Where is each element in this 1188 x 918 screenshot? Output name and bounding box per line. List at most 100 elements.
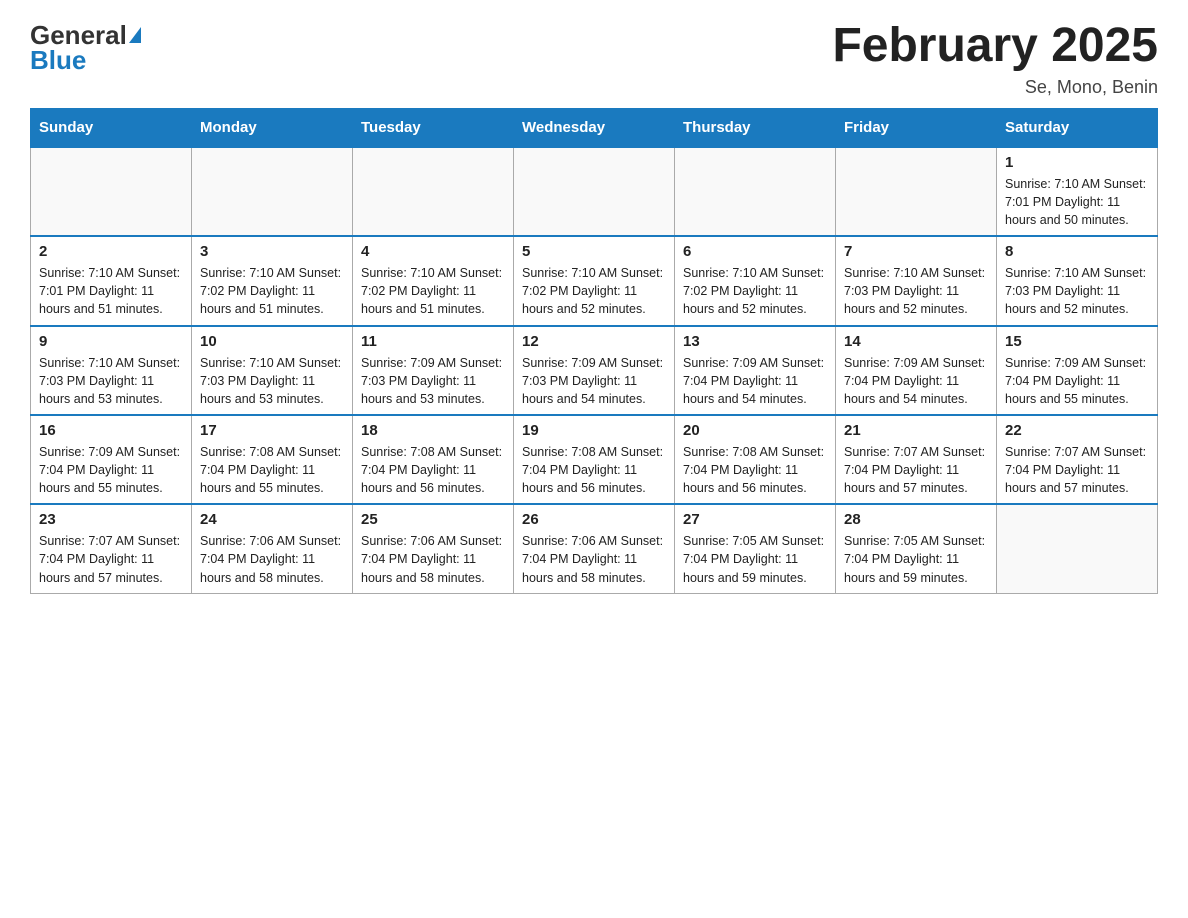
weekday-header-wednesday: Wednesday bbox=[514, 108, 675, 147]
day-number: 7 bbox=[844, 243, 988, 260]
day-number: 4 bbox=[361, 243, 505, 260]
calendar-cell: 4 Sunrise: 7:10 AM Sunset: 7:02 PM Daylig… bbox=[353, 236, 514, 325]
day-number: 3 bbox=[200, 243, 344, 260]
calendar-cell: 1 Sunrise: 7:10 AM Sunset: 7:01 PM Daylig… bbox=[997, 147, 1158, 236]
day-info: Sunrise: 7:07 AM Sunset: 7:04 PM Dayligh… bbox=[1005, 443, 1149, 497]
calendar-cell: 24Sunrise: 7:06 AM Sunset: 7:04 PM Dayli… bbox=[192, 504, 353, 593]
day-number: 11 bbox=[361, 333, 505, 350]
calendar-cell: 6 Sunrise: 7:10 AM Sunset: 7:02 PM Daylig… bbox=[675, 236, 836, 325]
logo-blue-text: Blue bbox=[30, 45, 86, 76]
day-number: 20 bbox=[683, 422, 827, 439]
calendar-cell: 23 Sunrise: 7:07 AM Sunset: 7:04 PM Dayli… bbox=[31, 504, 192, 593]
calendar-cell: 8 Sunrise: 7:10 AM Sunset: 7:03 PM Daylig… bbox=[997, 236, 1158, 325]
calendar-cell bbox=[192, 147, 353, 236]
calendar-cell: 7 Sunrise: 7:10 AM Sunset: 7:03 PM Daylig… bbox=[836, 236, 997, 325]
day-info: Sunrise: 7:05 AM Sunset: 7:04 PM Dayligh… bbox=[683, 532, 827, 586]
week-row-1: 2Sunrise: 7:10 AM Sunset: 7:01 PM Daylig… bbox=[31, 236, 1158, 325]
month-title: February 2025 bbox=[832, 20, 1158, 73]
day-info: Sunrise: 7:05 AM Sunset: 7:04 PM Dayligh… bbox=[844, 532, 988, 586]
day-number: 6 bbox=[683, 243, 827, 260]
day-number: 22 bbox=[1005, 422, 1149, 439]
calendar-cell: 12 Sunrise: 7:09 AM Sunset: 7:03 PM Dayli… bbox=[514, 326, 675, 415]
day-info: Sunrise: 7:09 AM Sunset: 7:03 PM Dayligh… bbox=[522, 354, 666, 408]
day-info: Sunrise: 7:10 AM Sunset: 7:01 PM Dayligh… bbox=[1005, 175, 1149, 229]
day-info: Sunrise: 7:10 AM Sunset: 7:03 PM Dayligh… bbox=[39, 354, 183, 408]
day-number: 13 bbox=[683, 333, 827, 350]
calendar-cell: 22 Sunrise: 7:07 AM Sunset: 7:04 PM Dayli… bbox=[997, 415, 1158, 504]
day-number: 21 bbox=[844, 422, 988, 439]
logo-triangle-icon bbox=[129, 27, 141, 43]
day-number: 28 bbox=[844, 511, 988, 528]
day-number: 14 bbox=[844, 333, 988, 350]
day-info: Sunrise: 7:10 AM Sunset: 7:02 PM Dayligh… bbox=[683, 264, 827, 318]
calendar-cell: 2Sunrise: 7:10 AM Sunset: 7:01 PM Daylig… bbox=[31, 236, 192, 325]
day-info: Sunrise: 7:10 AM Sunset: 7:02 PM Dayligh… bbox=[200, 264, 344, 318]
calendar-cell: 13Sunrise: 7:09 AM Sunset: 7:04 PM Dayli… bbox=[675, 326, 836, 415]
day-info: Sunrise: 7:10 AM Sunset: 7:02 PM Dayligh… bbox=[522, 264, 666, 318]
weekday-header-friday: Friday bbox=[836, 108, 997, 147]
calendar-table: SundayMondayTuesdayWednesdayThursdayFrid… bbox=[30, 108, 1158, 594]
calendar-cell: 20 Sunrise: 7:08 AM Sunset: 7:04 PM Dayli… bbox=[675, 415, 836, 504]
day-number: 23 bbox=[39, 511, 183, 528]
calendar-cell: 18 Sunrise: 7:08 AM Sunset: 7:04 PM Dayli… bbox=[353, 415, 514, 504]
calendar-cell: 9 Sunrise: 7:10 AM Sunset: 7:03 PM Daylig… bbox=[31, 326, 192, 415]
day-info: Sunrise: 7:10 AM Sunset: 7:03 PM Dayligh… bbox=[1005, 264, 1149, 318]
day-info: Sunrise: 7:09 AM Sunset: 7:03 PM Dayligh… bbox=[361, 354, 505, 408]
calendar-cell: 11 Sunrise: 7:09 AM Sunset: 7:03 PM Dayli… bbox=[353, 326, 514, 415]
day-number: 26 bbox=[522, 511, 666, 528]
day-number: 27 bbox=[683, 511, 827, 528]
week-row-0: 1 Sunrise: 7:10 AM Sunset: 7:01 PM Daylig… bbox=[31, 147, 1158, 236]
calendar-cell: 10 Sunrise: 7:10 AM Sunset: 7:03 PM Dayli… bbox=[192, 326, 353, 415]
day-number: 17 bbox=[200, 422, 344, 439]
calendar-cell: 28 Sunrise: 7:05 AM Sunset: 7:04 PM Dayli… bbox=[836, 504, 997, 593]
day-info: Sunrise: 7:09 AM Sunset: 7:04 PM Dayligh… bbox=[1005, 354, 1149, 408]
day-info: Sunrise: 7:07 AM Sunset: 7:04 PM Dayligh… bbox=[844, 443, 988, 497]
day-number: 12 bbox=[522, 333, 666, 350]
day-info: Sunrise: 7:10 AM Sunset: 7:03 PM Dayligh… bbox=[200, 354, 344, 408]
day-number: 10 bbox=[200, 333, 344, 350]
calendar-cell: 14Sunrise: 7:09 AM Sunset: 7:04 PM Dayli… bbox=[836, 326, 997, 415]
day-number: 1 bbox=[1005, 154, 1149, 171]
calendar-cell bbox=[675, 147, 836, 236]
calendar-cell: 19 Sunrise: 7:08 AM Sunset: 7:04 PM Dayli… bbox=[514, 415, 675, 504]
calendar-cell: 3 Sunrise: 7:10 AM Sunset: 7:02 PM Daylig… bbox=[192, 236, 353, 325]
week-row-3: 16Sunrise: 7:09 AM Sunset: 7:04 PM Dayli… bbox=[31, 415, 1158, 504]
calendar-cell: 21 Sunrise: 7:07 AM Sunset: 7:04 PM Dayli… bbox=[836, 415, 997, 504]
week-row-4: 23 Sunrise: 7:07 AM Sunset: 7:04 PM Dayli… bbox=[31, 504, 1158, 593]
calendar-cell: 25 Sunrise: 7:06 AM Sunset: 7:04 PM Dayli… bbox=[353, 504, 514, 593]
calendar-cell: 27 Sunrise: 7:05 AM Sunset: 7:04 PM Dayli… bbox=[675, 504, 836, 593]
title-section: February 2025 Se, Mono, Benin bbox=[832, 20, 1158, 98]
weekday-header-row: SundayMondayTuesdayWednesdayThursdayFrid… bbox=[31, 108, 1158, 147]
day-info: Sunrise: 7:06 AM Sunset: 7:04 PM Dayligh… bbox=[361, 532, 505, 586]
day-info: Sunrise: 7:08 AM Sunset: 7:04 PM Dayligh… bbox=[522, 443, 666, 497]
day-number: 8 bbox=[1005, 243, 1149, 260]
day-number: 15 bbox=[1005, 333, 1149, 350]
day-info: Sunrise: 7:08 AM Sunset: 7:04 PM Dayligh… bbox=[683, 443, 827, 497]
calendar-cell: 17 Sunrise: 7:08 AM Sunset: 7:04 PM Dayli… bbox=[192, 415, 353, 504]
calendar-cell bbox=[353, 147, 514, 236]
calendar-cell bbox=[514, 147, 675, 236]
day-number: 25 bbox=[361, 511, 505, 528]
day-info: Sunrise: 7:10 AM Sunset: 7:03 PM Dayligh… bbox=[844, 264, 988, 318]
day-number: 24 bbox=[200, 511, 344, 528]
calendar-cell: 26 Sunrise: 7:06 AM Sunset: 7:04 PM Dayli… bbox=[514, 504, 675, 593]
calendar-cell bbox=[836, 147, 997, 236]
day-number: 19 bbox=[522, 422, 666, 439]
calendar-cell: 5Sunrise: 7:10 AM Sunset: 7:02 PM Daylig… bbox=[514, 236, 675, 325]
day-number: 16 bbox=[39, 422, 183, 439]
day-number: 9 bbox=[39, 333, 183, 350]
day-info: Sunrise: 7:07 AM Sunset: 7:04 PM Dayligh… bbox=[39, 532, 183, 586]
page-header: General Blue February 2025 Se, Mono, Ben… bbox=[30, 20, 1158, 98]
day-number: 2 bbox=[39, 243, 183, 260]
day-number: 18 bbox=[361, 422, 505, 439]
weekday-header-sunday: Sunday bbox=[31, 108, 192, 147]
calendar-cell bbox=[31, 147, 192, 236]
calendar-cell: 15 Sunrise: 7:09 AM Sunset: 7:04 PM Dayli… bbox=[997, 326, 1158, 415]
logo: General Blue bbox=[30, 20, 141, 76]
week-row-2: 9 Sunrise: 7:10 AM Sunset: 7:03 PM Daylig… bbox=[31, 326, 1158, 415]
calendar-cell: 16Sunrise: 7:09 AM Sunset: 7:04 PM Dayli… bbox=[31, 415, 192, 504]
day-info: Sunrise: 7:08 AM Sunset: 7:04 PM Dayligh… bbox=[361, 443, 505, 497]
day-info: Sunrise: 7:06 AM Sunset: 7:04 PM Dayligh… bbox=[522, 532, 666, 586]
day-info: Sunrise: 7:08 AM Sunset: 7:04 PM Dayligh… bbox=[200, 443, 344, 497]
day-info: Sunrise: 7:10 AM Sunset: 7:02 PM Dayligh… bbox=[361, 264, 505, 318]
